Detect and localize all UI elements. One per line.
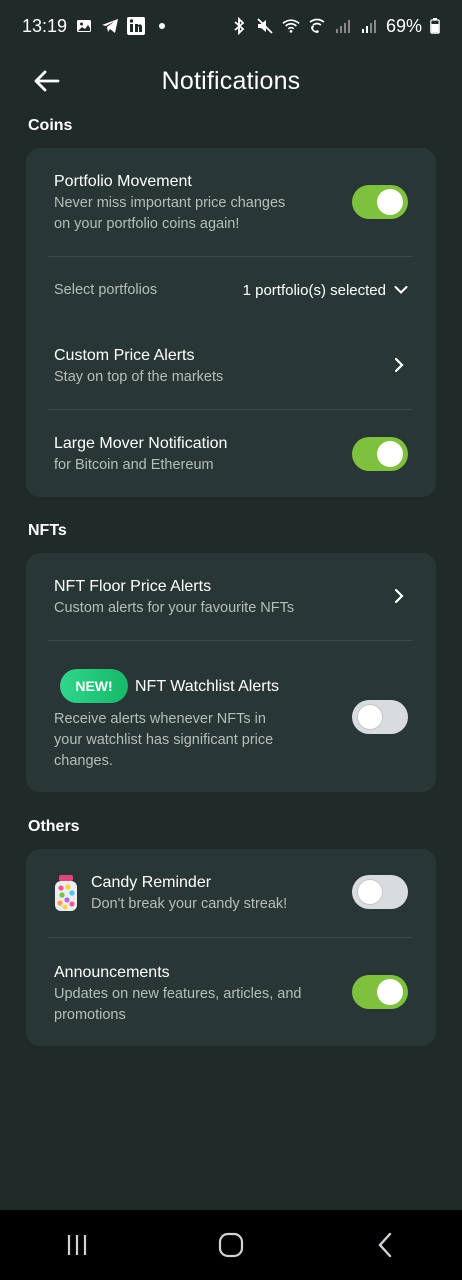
chevron-down-icon (394, 286, 408, 294)
nft-watchlist-alerts-subtitle-3: changes. (54, 753, 113, 769)
announcements-subtitle-2: promotions (54, 1007, 126, 1023)
chevron-left-icon (378, 1232, 392, 1258)
announcements-title: Announcements (54, 964, 170, 981)
telegram-icon (101, 17, 119, 35)
candy-reminder-row: Candy Reminder Don't break your candy st… (91, 873, 341, 915)
select-portfolios-label: Select portfolios (54, 282, 158, 298)
system-back-button[interactable] (355, 1220, 415, 1270)
status-time: 13:19 (22, 15, 68, 36)
arrow-left-icon (34, 70, 60, 92)
section-title-coins: Coins (28, 117, 73, 134)
signal-icon-1 (334, 17, 352, 35)
portfolio-movement-title: Portfolio Movement (54, 173, 192, 190)
gallery-icon (75, 17, 93, 35)
wifi-call-icon (308, 17, 326, 35)
toggle-knob (377, 979, 403, 1005)
status-bar: 13:19 69% (0, 0, 462, 52)
custom-price-alerts-subtitle: Stay on top of the markets (54, 369, 224, 385)
coins-card: Portfolio Movement Never miss important … (26, 148, 436, 497)
battery-icon (430, 17, 440, 35)
portfolio-movement-subtitle-2: on your portfolio coins again! (54, 216, 240, 232)
home-button[interactable] (201, 1220, 261, 1270)
candy-reminder-title: Candy Reminder (91, 874, 212, 891)
nft-watchlist-alerts-subtitle-2: your watchlist has significant price (54, 732, 274, 748)
recent-apps-icon (67, 1235, 87, 1255)
candy-jar-icon (52, 873, 80, 913)
chevron-right-icon[interactable] (392, 355, 406, 375)
nft-floor-price-alerts-row[interactable]: NFT Floor Price Alerts Custom alerts for… (54, 577, 408, 619)
nfts-card: NFT Floor Price Alerts Custom alerts for… (26, 553, 436, 792)
divider (48, 256, 412, 257)
chevron-right-icon[interactable] (392, 586, 406, 606)
select-portfolios-value: 1 portfolio(s) selected (242, 281, 386, 299)
candy-reminder-toggle[interactable] (352, 875, 408, 909)
section-title-nfts: NFTs (28, 522, 67, 539)
notification-dot-icon (153, 17, 171, 35)
battery-percent: 69% (385, 15, 422, 36)
divider (48, 937, 412, 938)
divider (48, 640, 412, 641)
new-badge: NEW! (60, 669, 128, 703)
signal-icon-2 (360, 17, 378, 35)
toggle-knob (377, 189, 403, 215)
header: Notifications (0, 56, 462, 106)
bluetooth-icon (230, 17, 248, 35)
large-mover-toggle[interactable] (352, 437, 408, 471)
wifi-icon (282, 17, 300, 35)
nft-floor-price-alerts-subtitle: Custom alerts for your favourite NFTs (54, 600, 295, 616)
others-card: Candy Reminder Don't break your candy st… (26, 849, 436, 1046)
portfolio-movement-toggle[interactable] (352, 185, 408, 219)
toggle-knob (357, 879, 383, 905)
candy-reminder-subtitle: Don't break your candy streak! (91, 896, 288, 912)
home-icon (218, 1232, 244, 1258)
system-nav-bar (0, 1210, 462, 1280)
linkedin-icon (127, 17, 146, 35)
announcements-toggle[interactable] (352, 975, 408, 1009)
back-button[interactable] (30, 66, 62, 96)
nft-watchlist-alerts-title: NFT Watchlist Alerts (135, 678, 280, 695)
select-portfolios-row: Select portfolios 1 portfolio(s) selecte… (54, 278, 408, 302)
status-right: 69% (230, 16, 440, 37)
nft-floor-price-alerts-title: NFT Floor Price Alerts (54, 578, 212, 595)
nft-watchlist-alerts-toggle[interactable] (352, 700, 408, 734)
toggle-knob (357, 704, 383, 730)
custom-price-alerts-row[interactable]: Custom Price Alerts Stay on top of the m… (54, 346, 408, 388)
select-portfolios-dropdown[interactable]: 1 portfolio(s) selected (243, 282, 408, 299)
page-title: Notifications (161, 66, 301, 95)
toggle-knob (377, 441, 403, 467)
recent-apps-button[interactable] (47, 1220, 107, 1270)
status-left: 13:19 (22, 16, 171, 37)
mute-icon (256, 17, 274, 35)
divider (48, 409, 412, 410)
custom-price-alerts-title: Custom Price Alerts (54, 347, 195, 364)
section-title-others: Others (28, 818, 80, 835)
